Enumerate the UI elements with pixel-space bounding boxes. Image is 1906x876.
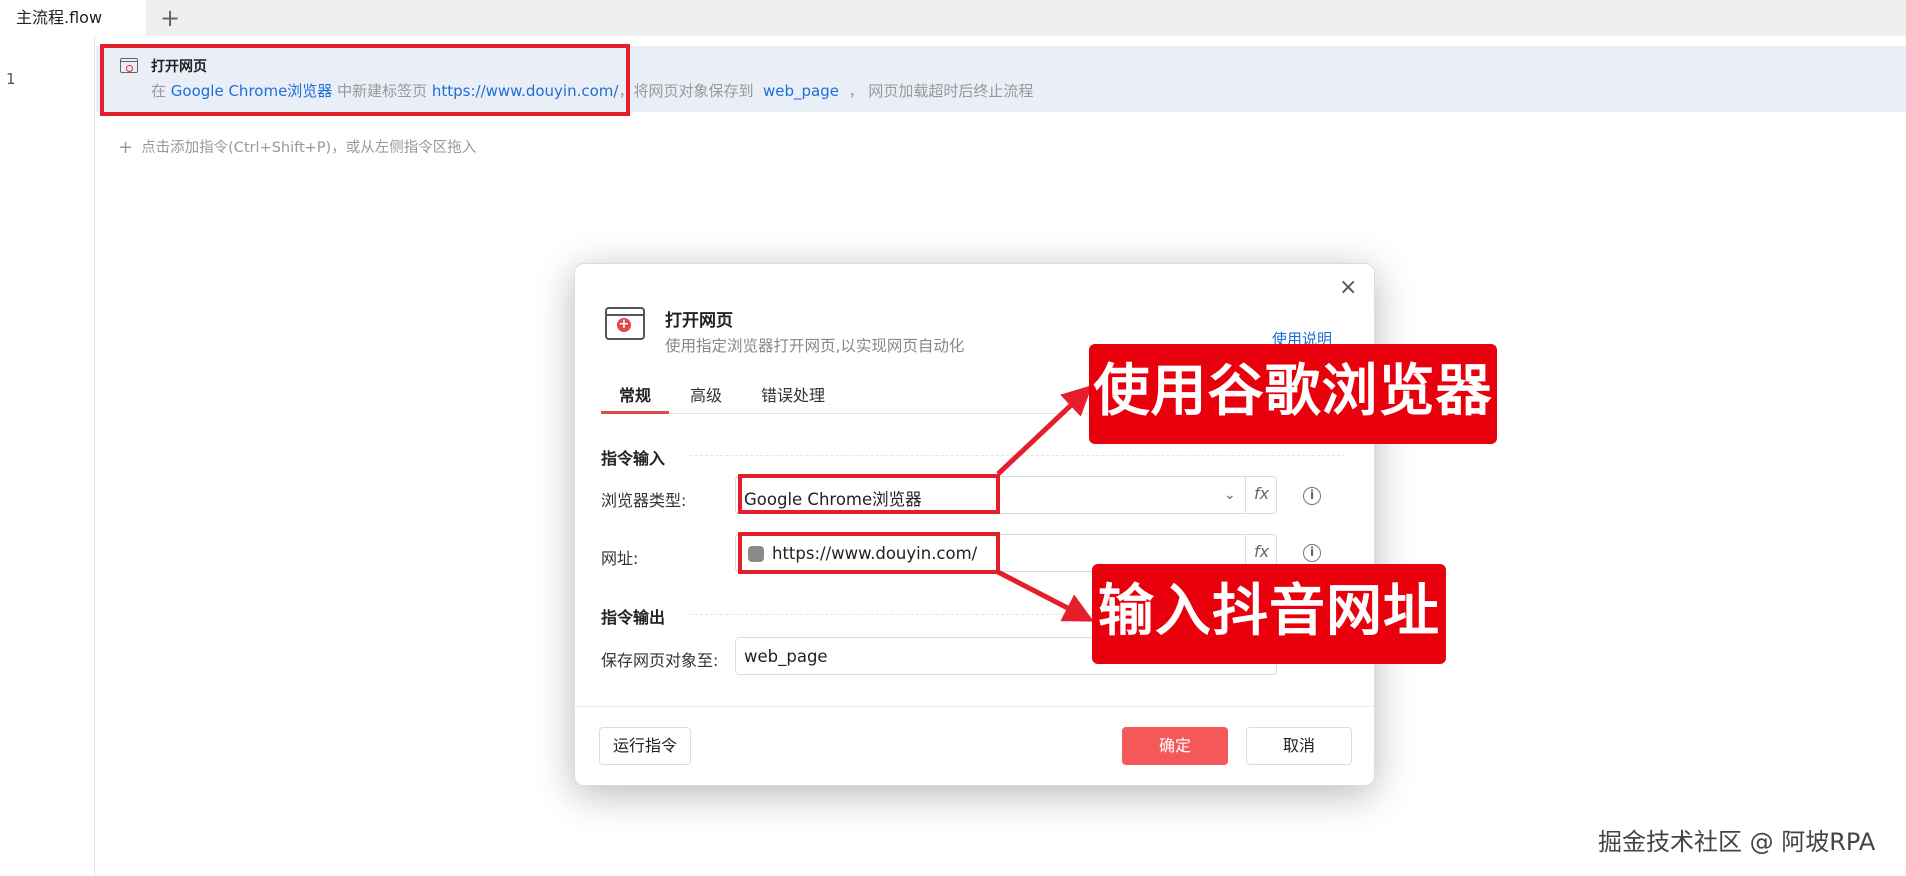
callout-url: 输入抖音网址 bbox=[1092, 564, 1446, 664]
annotation-arrows bbox=[996, 385, 1094, 622]
watermark: 掘金技术社区 @ 阿坡RPA bbox=[1598, 828, 1876, 856]
callout-browser: 使用谷歌浏览器 bbox=[1089, 344, 1497, 444]
arrow-to-browser-callout bbox=[996, 385, 1093, 476]
arrow-to-url-callout bbox=[996, 569, 1094, 622]
